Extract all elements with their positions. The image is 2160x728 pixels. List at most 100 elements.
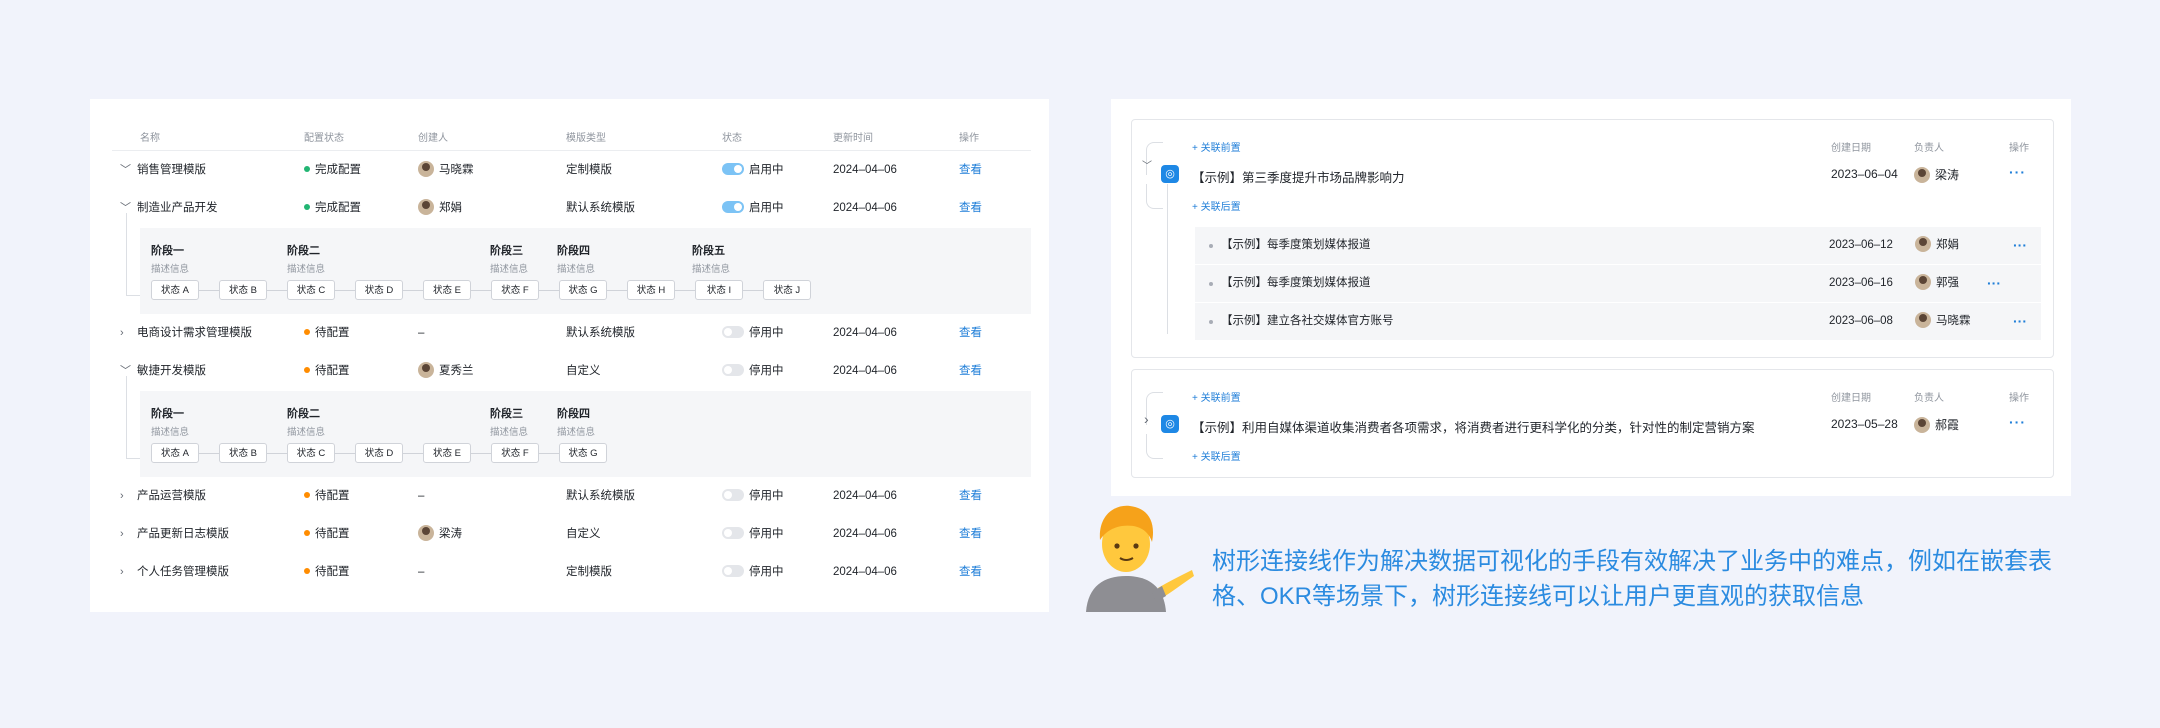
- stage-desc: 描述信息: [557, 427, 596, 438]
- view-link[interactable]: 查看: [959, 314, 982, 352]
- status-dot: [304, 568, 310, 574]
- view-link[interactable]: 查看: [959, 352, 982, 390]
- state-chip[interactable]: 状态 E: [423, 280, 471, 300]
- status-toggle[interactable]: [722, 326, 744, 338]
- key-result-row[interactable]: 【示例】每季度策划媒体报道 2023–06–16 郭强 ···: [1195, 265, 2041, 302]
- state-chip[interactable]: 状态 G: [559, 280, 607, 300]
- status-dot: [304, 367, 310, 373]
- state-chip[interactable]: 状态 J: [763, 280, 811, 300]
- tree-line: [1167, 184, 1178, 334]
- action-header: 操作: [2009, 393, 2029, 404]
- template-name: 产品更新日志模版: [137, 528, 229, 540]
- state-chip[interactable]: 状态 A: [151, 443, 199, 463]
- state-chip[interactable]: 状态 I: [695, 280, 743, 300]
- config-status: 待配置: [304, 477, 350, 515]
- more-icon[interactable]: ···: [2013, 303, 2027, 340]
- add-prev-link[interactable]: + 关联前置: [1192, 139, 1241, 154]
- key-result-row[interactable]: 【示例】每季度策划媒体报道 2023–06–12 郑娟 ···: [1195, 227, 2041, 264]
- update-time: 2024–04–06: [833, 365, 897, 377]
- avatar: [418, 161, 434, 177]
- okr-panel: + 关联前置 创建日期 负责人 操作 ﹀ ◎ 【示例】第三季度提升市场品牌影响力…: [1111, 99, 2071, 496]
- template-name: 销售管理模版: [137, 164, 206, 176]
- col-config-header: 配置状态: [304, 133, 344, 144]
- chip-connector: [335, 290, 355, 291]
- status-toggle[interactable]: [722, 364, 744, 376]
- expand-toggle-icon[interactable]: ﹀: [120, 151, 131, 189]
- table-row: ﹀ 销售管理模版 完成配置 马晓霖 定制模版 启用中 2024–04–06 查看: [90, 151, 1049, 189]
- stage-title: 阶段三: [490, 245, 523, 257]
- state-chip[interactable]: 状态 A: [151, 280, 199, 300]
- status-label: 停用中: [749, 327, 784, 339]
- view-link[interactable]: 查看: [959, 553, 982, 591]
- view-link[interactable]: 查看: [959, 189, 982, 227]
- state-chip[interactable]: 状态 D: [355, 280, 403, 300]
- chip-connector: [199, 290, 219, 291]
- status-toggle[interactable]: [722, 527, 744, 539]
- state-chip[interactable]: 状态 C: [287, 443, 335, 463]
- objective-date: 2023–05–28: [1831, 417, 1898, 431]
- config-status: 待配置: [304, 515, 350, 553]
- more-icon[interactable]: ···: [2009, 414, 2026, 430]
- status-toggle[interactable]: [722, 489, 744, 501]
- chip-connector: [335, 453, 355, 454]
- template-type: 自定义: [566, 365, 601, 377]
- state-chip[interactable]: 状态 F: [491, 443, 539, 463]
- config-status-label: 待配置: [315, 490, 350, 502]
- expand-toggle-icon[interactable]: ›: [120, 314, 124, 352]
- add-next-link[interactable]: + 关联后置: [1192, 198, 1241, 213]
- owner-name: 郭强: [1936, 277, 1959, 289]
- expand-toggle-icon[interactable]: ›: [120, 515, 124, 553]
- state-chip[interactable]: 状态 C: [287, 280, 335, 300]
- chevron-right-icon[interactable]: ›: [1144, 400, 1149, 438]
- okr-card-1: + 关联前置 创建日期 负责人 操作 ﹀ ◎ 【示例】第三季度提升市场品牌影响力…: [1131, 119, 2054, 358]
- state-chip[interactable]: 状态 E: [423, 443, 471, 463]
- more-icon[interactable]: ···: [2013, 227, 2027, 264]
- config-status-label: 待配置: [315, 365, 350, 377]
- target-icon: ◎: [1161, 165, 1179, 183]
- objective-title[interactable]: 【示例】利用自媒体渠道收集消费者各项需求，将消费者进行更科学化的分类，针对性的制…: [1192, 417, 1755, 436]
- state-chip[interactable]: 状态 G: [559, 443, 607, 463]
- config-status: 待配置: [304, 553, 350, 591]
- chip-connector: [471, 453, 491, 454]
- creator: 夏秀兰: [418, 352, 474, 390]
- status-toggle[interactable]: [722, 201, 744, 213]
- add-prev-link[interactable]: + 关联前置: [1192, 389, 1241, 404]
- view-link[interactable]: 查看: [959, 151, 982, 189]
- creator-name: 马晓霖: [439, 164, 474, 176]
- more-icon[interactable]: ···: [1987, 265, 2001, 302]
- config-status-label: 完成配置: [315, 164, 361, 176]
- state-chip[interactable]: 状态 F: [491, 280, 539, 300]
- view-link[interactable]: 查看: [959, 515, 982, 553]
- avatar: [418, 199, 434, 215]
- more-icon[interactable]: ···: [2009, 164, 2026, 180]
- add-next-link[interactable]: + 关联后置: [1192, 448, 1241, 463]
- state-chip[interactable]: 状态 B: [219, 280, 267, 300]
- expand-toggle-icon[interactable]: ›: [120, 477, 124, 515]
- template-name: 电商设计需求管理模版: [137, 327, 252, 339]
- update-time: 2024–04–06: [833, 164, 897, 176]
- creator: 梁涛: [418, 515, 462, 553]
- tree-line: [126, 295, 140, 296]
- status-dot: [304, 492, 310, 498]
- okr-card-2: + 关联前置 创建日期 负责人 操作 › ◎ 【示例】利用自媒体渠道收集消费者各…: [1131, 369, 2054, 478]
- view-link[interactable]: 查看: [959, 477, 982, 515]
- status: 停用中: [722, 352, 784, 390]
- status: 启用中: [722, 151, 784, 189]
- key-result-row[interactable]: 【示例】建立各社交媒体官方账号 2023–06–08 马晓霖 ···: [1195, 303, 2041, 340]
- avatar: [1914, 417, 1930, 433]
- template-type: 默认系统模版: [566, 490, 635, 502]
- table-row: ﹀ 制造业产品开发 完成配置 郑娟 默认系统模版 启用中 2024–04–06 查看: [90, 189, 1049, 227]
- avatar: [1915, 236, 1931, 252]
- tree-line: [126, 376, 127, 458]
- state-chip[interactable]: 状态 D: [355, 443, 403, 463]
- objective-title[interactable]: 【示例】第三季度提升市场品牌影响力: [1192, 167, 1405, 186]
- state-chip[interactable]: 状态 H: [627, 280, 675, 300]
- status-dot: [304, 530, 310, 536]
- expand-toggle-icon[interactable]: ›: [120, 553, 124, 591]
- chevron-down-icon[interactable]: ﹀: [1142, 148, 1152, 186]
- status-toggle[interactable]: [722, 565, 744, 577]
- stage-title: 阶段三: [490, 408, 523, 420]
- state-chip[interactable]: 状态 B: [219, 443, 267, 463]
- status-toggle[interactable]: [722, 163, 744, 175]
- key-result-date: 2023–06–12: [1829, 239, 1893, 251]
